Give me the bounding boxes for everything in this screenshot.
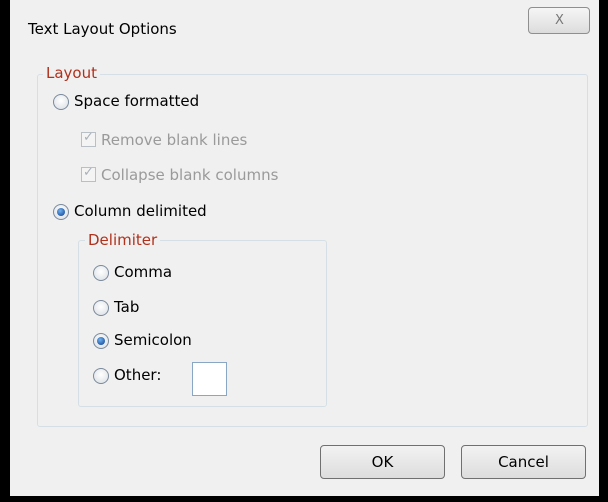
collapse-blank-columns-checkbox[interactable]: ✓ — [81, 165, 96, 182]
remove-blank-lines-label[interactable]: Remove blank lines — [101, 131, 247, 149]
ok-button[interactable]: OK — [320, 445, 445, 479]
dialog-body: Layout Space formatted ✓ Remove blank li… — [10, 54, 599, 496]
other-delimiter-input[interactable] — [192, 362, 227, 396]
delimiter-group-legend: Delimiter — [85, 231, 161, 249]
delimiter-other-label[interactable]: Other: — [114, 366, 161, 384]
title-bar: Text Layout Options X — [10, 0, 599, 54]
delimiter-semicolon-radio[interactable] — [93, 333, 109, 349]
window-title: Text Layout Options — [28, 20, 177, 38]
delimiter-comma-label[interactable]: Comma — [114, 263, 172, 281]
cancel-button[interactable]: Cancel — [461, 445, 586, 479]
column-delimited-radio[interactable] — [53, 204, 69, 220]
delimiter-tab-radio[interactable] — [93, 300, 109, 316]
layout-group-legend: Layout — [43, 64, 100, 82]
window-frame-right — [599, 0, 608, 502]
dialog-window: Text Layout Options X Layout Space forma… — [0, 0, 608, 502]
close-button[interactable]: X — [528, 7, 590, 34]
check-icon: ✓ — [83, 130, 94, 145]
delimiter-other-radio[interactable] — [93, 368, 109, 384]
space-formatted-label[interactable]: Space formatted — [74, 92, 199, 110]
collapse-blank-columns-label[interactable]: Collapse blank columns — [101, 166, 278, 184]
check-icon: ✓ — [83, 165, 94, 180]
delimiter-semicolon-label[interactable]: Semicolon — [114, 331, 192, 349]
delimiter-tab-label[interactable]: Tab — [114, 298, 139, 316]
close-icon: X — [555, 13, 564, 28]
delimiter-comma-radio[interactable] — [93, 265, 109, 281]
window-frame-bottom — [0, 496, 608, 502]
column-delimited-label[interactable]: Column delimited — [74, 202, 207, 220]
remove-blank-lines-checkbox[interactable]: ✓ — [81, 130, 96, 147]
space-formatted-radio[interactable] — [53, 94, 69, 110]
window-frame-left — [0, 0, 10, 502]
